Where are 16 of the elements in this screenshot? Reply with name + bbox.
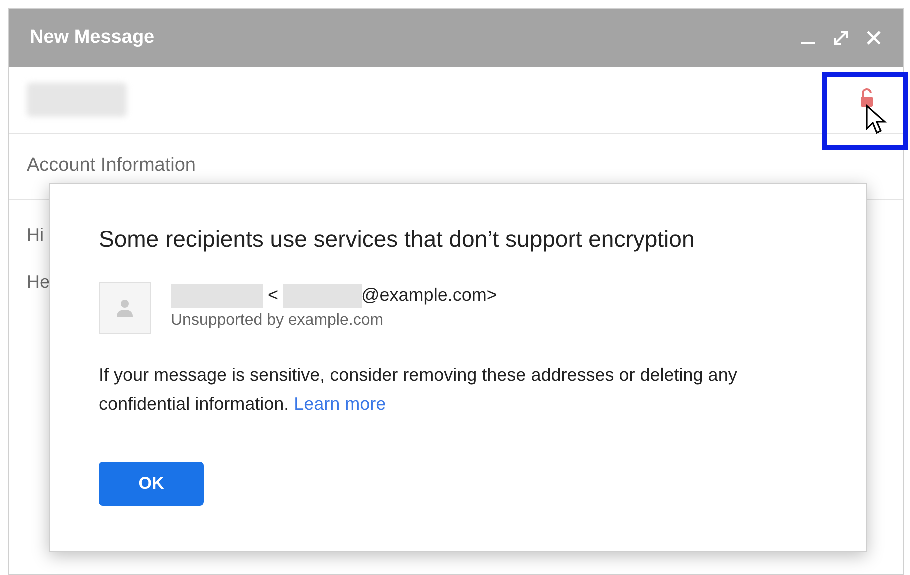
close-icon[interactable]: [866, 30, 882, 46]
email-domain: @example.com>: [362, 284, 498, 307]
body-text: Hi: [27, 224, 44, 247]
learn-more-link[interactable]: Learn more: [294, 394, 386, 414]
subject-field[interactable]: Account Information: [27, 152, 196, 181]
bracket-text: <: [268, 284, 279, 307]
recipient-status: Unsupported by example.com: [171, 311, 385, 331]
window-title: New Message: [30, 26, 155, 50]
expand-icon[interactable]: [832, 29, 850, 47]
lock-icon[interactable]: [858, 88, 876, 108]
ok-button[interactable]: OK: [99, 462, 204, 506]
person-icon: [115, 298, 135, 318]
body-text: He: [27, 271, 50, 294]
mouse-cursor-icon: [865, 104, 887, 136]
dialog-title: Some recipients use services that don’t support encryption: [99, 225, 696, 254]
dialog-message: If your message is sensitive, consider removing these addresses or deleting any confidential information. Learn more: [99, 364, 738, 416]
